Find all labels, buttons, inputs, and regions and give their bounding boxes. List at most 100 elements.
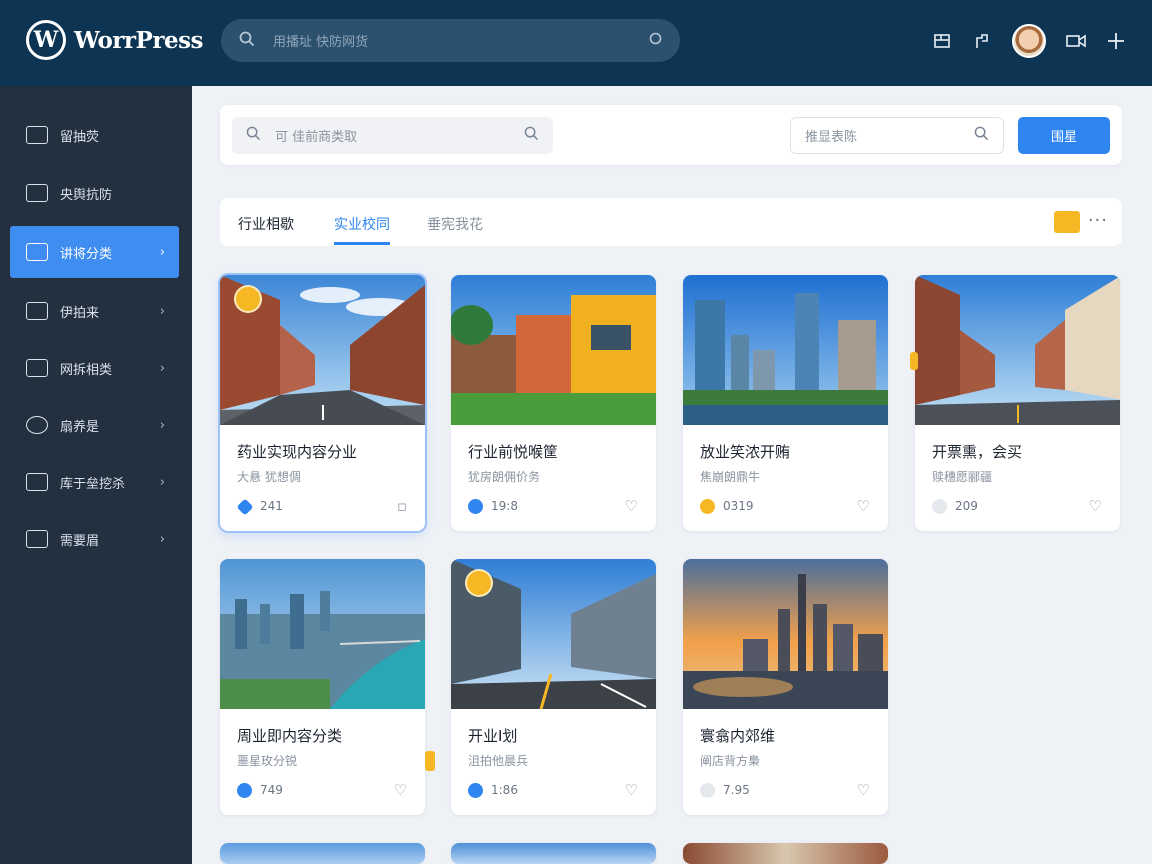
- card-thumbnail: [451, 843, 656, 864]
- scroll-marker[interactable]: [425, 751, 435, 771]
- scroll-marker[interactable]: [910, 352, 918, 370]
- heart-icon[interactable]: ♡: [1089, 497, 1102, 515]
- content-card[interactable]: 寰翕内郊维 阐店背方梟 7.95 ♡: [683, 559, 888, 815]
- settings-icon: [26, 530, 48, 548]
- sidebar-item-label: 网拆相类: [60, 362, 113, 378]
- card-subtitle: 赎穗愿郦疆: [932, 470, 993, 484]
- wordpress-logo-icon: W: [26, 20, 66, 60]
- content-search-input[interactable]: 可 佳前商类取: [232, 117, 553, 154]
- card-title: 寰翕内郊维: [700, 727, 776, 745]
- top-actions: [932, 24, 1126, 58]
- card-count: 0319: [723, 499, 754, 513]
- folder-icon: [26, 359, 48, 377]
- sidebar-item-4[interactable]: 伊拍来 ›: [10, 285, 179, 337]
- pinned-icon[interactable]: [465, 569, 493, 597]
- sidebar-item-label: 扇养是: [60, 419, 100, 435]
- card-count: 749: [260, 783, 283, 797]
- heart-icon[interactable]: ♡: [857, 497, 870, 515]
- card-thumbnail: [915, 275, 1120, 425]
- card-title: 周业即内容分类: [237, 727, 343, 745]
- user-avatar[interactable]: [1012, 24, 1046, 58]
- secondary-search-input[interactable]: 推显表陈: [790, 117, 1004, 154]
- content-card[interactable]: 周业即内容分类 噩星玫分锐 749 ♡: [220, 559, 425, 815]
- card-count: 7.95: [723, 783, 750, 797]
- secondary-search-placeholder: 推显表陈: [805, 130, 858, 145]
- search-option-icon[interactable]: [649, 32, 662, 49]
- content-card[interactable]: 放业笑浓开贿 焦崩朗鼎牛 0319 ♡: [683, 275, 888, 531]
- card-title: 开业Ⅰ划: [468, 727, 518, 745]
- dropbox-icon: [236, 498, 254, 516]
- card-subtitle: 阐店背方梟: [700, 754, 761, 768]
- content-card-partial[interactable]: [220, 843, 425, 864]
- card-subtitle: 噩星玫分锐: [237, 754, 298, 768]
- content-card[interactable]: 开票熏，会买 赎穗愿郦疆 209 ♡: [915, 275, 1120, 531]
- chevron-right-icon: ›: [159, 417, 165, 433]
- sidebar-item-label: 库于垒挖杀: [60, 476, 126, 492]
- chevron-right-icon: ›: [159, 360, 165, 376]
- card-subtitle: 沮拍他晨兵: [468, 754, 529, 768]
- sidebar: 留抽荧 央舆抗防 讲将分类 › 伊拍来 › 网拆相类 › 扇养是 › 库于垒挖杀…: [0, 86, 192, 864]
- comment-icon[interactable]: ▫: [397, 497, 407, 515]
- chevron-right-icon: ›: [159, 474, 165, 490]
- content-card[interactable]: 开业Ⅰ划 沮拍他晨兵 1:86 ♡: [451, 559, 656, 815]
- pages-icon[interactable]: [932, 31, 952, 51]
- sidebar-item-label: 央舆抗防: [60, 187, 113, 203]
- sidebar-item-7[interactable]: 库于垒挖杀 ›: [10, 456, 179, 508]
- sidebar-item-3[interactable]: 讲将分类 ›: [10, 226, 179, 278]
- heart-icon[interactable]: ♡: [625, 781, 638, 799]
- chevron-right-icon: ›: [159, 303, 165, 319]
- tab-2[interactable]: 实业校同: [334, 214, 390, 245]
- filter-bar: 可 佳前商类取 推显表陈 围星: [220, 105, 1122, 165]
- top-bar: W WorrPress 用播址 快防网货: [0, 0, 1152, 86]
- sidebar-item-5[interactable]: 网拆相类 ›: [10, 342, 179, 394]
- sidebar-item-1[interactable]: 留抽荧: [10, 109, 179, 161]
- primary-action-button[interactable]: 围星: [1018, 117, 1110, 154]
- card-subtitle: 焦崩朗鼎牛: [700, 470, 761, 484]
- status-dot: [237, 783, 252, 798]
- heart-icon[interactable]: ♡: [857, 781, 870, 799]
- heart-icon[interactable]: ♡: [625, 497, 638, 515]
- content-card-partial[interactable]: [683, 843, 888, 864]
- notice-badge[interactable]: [1054, 211, 1080, 233]
- card-thumbnail: [683, 843, 888, 864]
- media-icon[interactable]: [1066, 31, 1086, 51]
- dashboard-icon: [26, 126, 48, 144]
- sidebar-item-label: 讲将分类: [60, 246, 113, 262]
- edit-icon[interactable]: [972, 31, 992, 51]
- content-card[interactable]: 药业实现内容分业 大悬 犹想倜 241 ▫: [220, 275, 425, 531]
- search-icon: [246, 126, 261, 145]
- tab-1[interactable]: 行业相歇: [238, 214, 294, 234]
- card-title: 药业实现内容分业: [237, 443, 358, 461]
- content-card-partial[interactable]: [451, 843, 656, 864]
- more-icon[interactable]: ···: [1088, 210, 1108, 231]
- card-title: 放业笑浓开贿: [700, 443, 791, 461]
- sidebar-item-8[interactable]: 需要眉 ›: [10, 513, 179, 565]
- heart-icon[interactable]: ♡: [394, 781, 407, 799]
- sidebar-item-label: 需要眉: [60, 533, 100, 549]
- status-dot: [932, 499, 947, 514]
- search-icon: [974, 126, 989, 145]
- add-icon[interactable]: [1106, 31, 1126, 51]
- tab-3[interactable]: 垂宪我花: [427, 214, 483, 234]
- card-thumbnail: [451, 275, 656, 425]
- global-search-input[interactable]: 用播址 快防网货: [221, 19, 680, 62]
- card-title: 行业前悦喉筐: [468, 443, 559, 461]
- chevron-right-icon: ›: [159, 531, 165, 547]
- card-count: 1:86: [491, 783, 518, 797]
- lock-icon: [26, 184, 48, 202]
- card-subtitle: 犹房朗佣价务: [468, 470, 541, 484]
- card-thumbnail: [683, 275, 888, 425]
- brand[interactable]: W WorrPress: [26, 20, 203, 60]
- globe-icon: [26, 416, 48, 434]
- sidebar-item-label: 伊拍来: [60, 305, 100, 321]
- sidebar-item-6[interactable]: 扇养是 ›: [10, 399, 179, 451]
- content-card[interactable]: 行业前悦喉筐 犹房朗佣价务 19:8 ♡: [451, 275, 656, 531]
- search-submit-icon[interactable]: [524, 126, 539, 145]
- sidebar-item-2[interactable]: 央舆抗防: [10, 167, 179, 219]
- status-dot: [468, 783, 483, 798]
- card-thumbnail: [220, 843, 425, 864]
- card-title: 开票熏，会买: [932, 443, 1023, 461]
- status-dot: [700, 783, 715, 798]
- content-search-placeholder: 可 佳前商类取: [275, 130, 358, 145]
- pinned-icon[interactable]: [234, 285, 262, 313]
